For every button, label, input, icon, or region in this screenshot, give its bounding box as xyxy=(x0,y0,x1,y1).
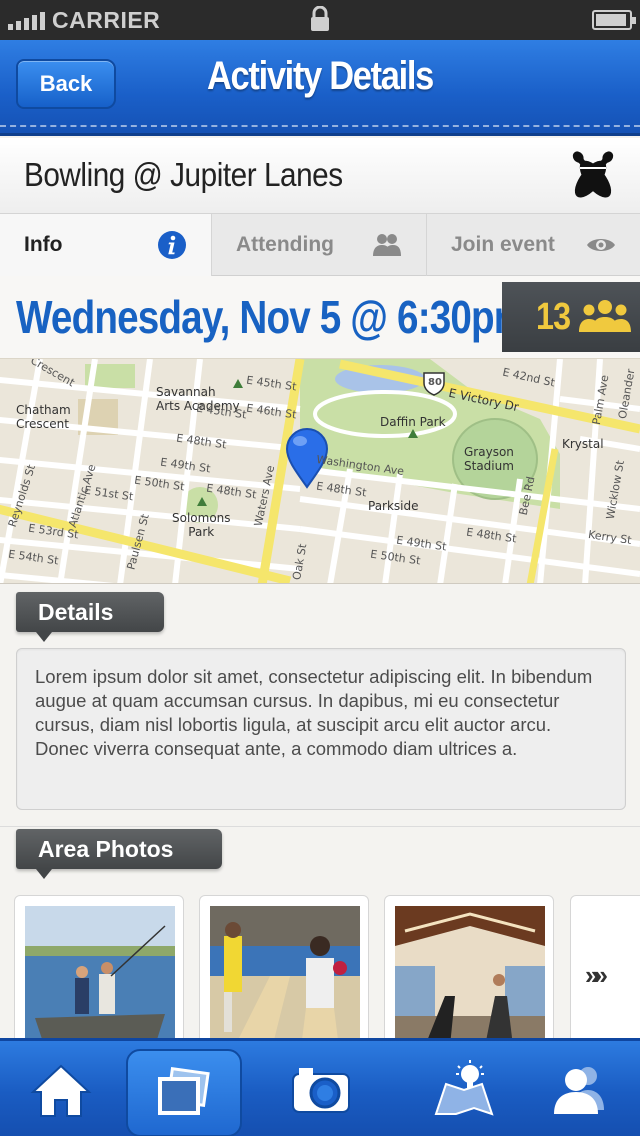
section-divider xyxy=(0,826,640,827)
tab-info[interactable]: Info xyxy=(0,214,212,276)
activity-header: Bowling @ Jupiter Lanes xyxy=(0,138,640,214)
more-photos-button[interactable]: »» xyxy=(570,895,640,1055)
attendee-count: 13 xyxy=(536,296,571,338)
map-label: Chatham Crescent xyxy=(16,403,71,431)
tab-info-label: Info xyxy=(24,233,63,256)
event-datetime-row: Wednesday, Nov 5 @ 6:30pm 13 xyxy=(0,276,640,358)
profile-icon xyxy=(554,1067,604,1114)
tab-join-event[interactable]: Join event xyxy=(427,214,640,276)
map-idea-icon xyxy=(434,1060,494,1116)
lock-icon xyxy=(311,6,329,31)
tab-home[interactable] xyxy=(16,1041,106,1136)
status-bar: CARRIER xyxy=(0,0,640,40)
home-icon xyxy=(30,1064,92,1117)
area-photo-fishing[interactable] xyxy=(14,895,184,1055)
double-chevron-right-icon: »» xyxy=(585,960,608,990)
photos-icon xyxy=(158,1066,210,1115)
eye-icon xyxy=(587,239,615,251)
info-icon xyxy=(158,231,186,259)
page-title: Activity Details xyxy=(207,54,434,98)
details-heading: Details xyxy=(16,592,164,642)
tab-bar-segments: Info Attending Join event xyxy=(0,214,640,276)
activity-title: Bowling @ Jupiter Lanes xyxy=(24,156,343,193)
navigation-bar: Back Activity Details xyxy=(0,40,640,136)
area-photo-bowling[interactable] xyxy=(199,895,369,1055)
tab-photos[interactable] xyxy=(126,1049,242,1136)
back-button[interactable]: Back xyxy=(16,59,116,109)
camera-icon xyxy=(292,1068,350,1113)
route-label: 80 xyxy=(428,377,442,388)
fishing-boat-photo xyxy=(25,906,175,1054)
event-map[interactable]: Chatham Crescent Crescent Savannah Arts … xyxy=(0,358,640,584)
bowling-pins-icon xyxy=(572,151,614,198)
signal-strength-icon xyxy=(8,10,45,30)
people-icon xyxy=(373,234,401,256)
area-photo-gym[interactable] xyxy=(384,895,554,1055)
event-datetime: Wednesday, Nov 5 @ 6:30pm xyxy=(16,291,528,343)
tab-attending[interactable]: Attending xyxy=(212,214,427,276)
details-text: Lorem ipsum dolor sit amet, consectetur … xyxy=(16,648,626,810)
battery-icon xyxy=(592,10,636,30)
carrier-name: CARRIER xyxy=(52,7,161,33)
map-label: Daffin Park xyxy=(380,415,446,429)
tab-profile[interactable] xyxy=(540,1041,620,1136)
map-label: Krystal xyxy=(562,437,604,451)
tab-explore[interactable] xyxy=(424,1041,504,1136)
map-label: Solomons Park xyxy=(172,511,231,539)
group-icon xyxy=(579,300,631,332)
tab-attending-label: Attending xyxy=(236,233,334,256)
bottom-tab-bar xyxy=(0,1038,640,1136)
tab-camera[interactable] xyxy=(276,1041,366,1136)
bowling-alley-photo xyxy=(210,906,360,1054)
attendee-count-badge[interactable]: 13 xyxy=(502,282,640,352)
gym-photo xyxy=(395,906,545,1054)
map-label: Parkside xyxy=(368,499,419,513)
area-photos-heading: Area Photos xyxy=(16,829,222,879)
map-label: Grayson Stadium xyxy=(464,445,514,473)
tab-join-label: Join event xyxy=(451,233,555,256)
